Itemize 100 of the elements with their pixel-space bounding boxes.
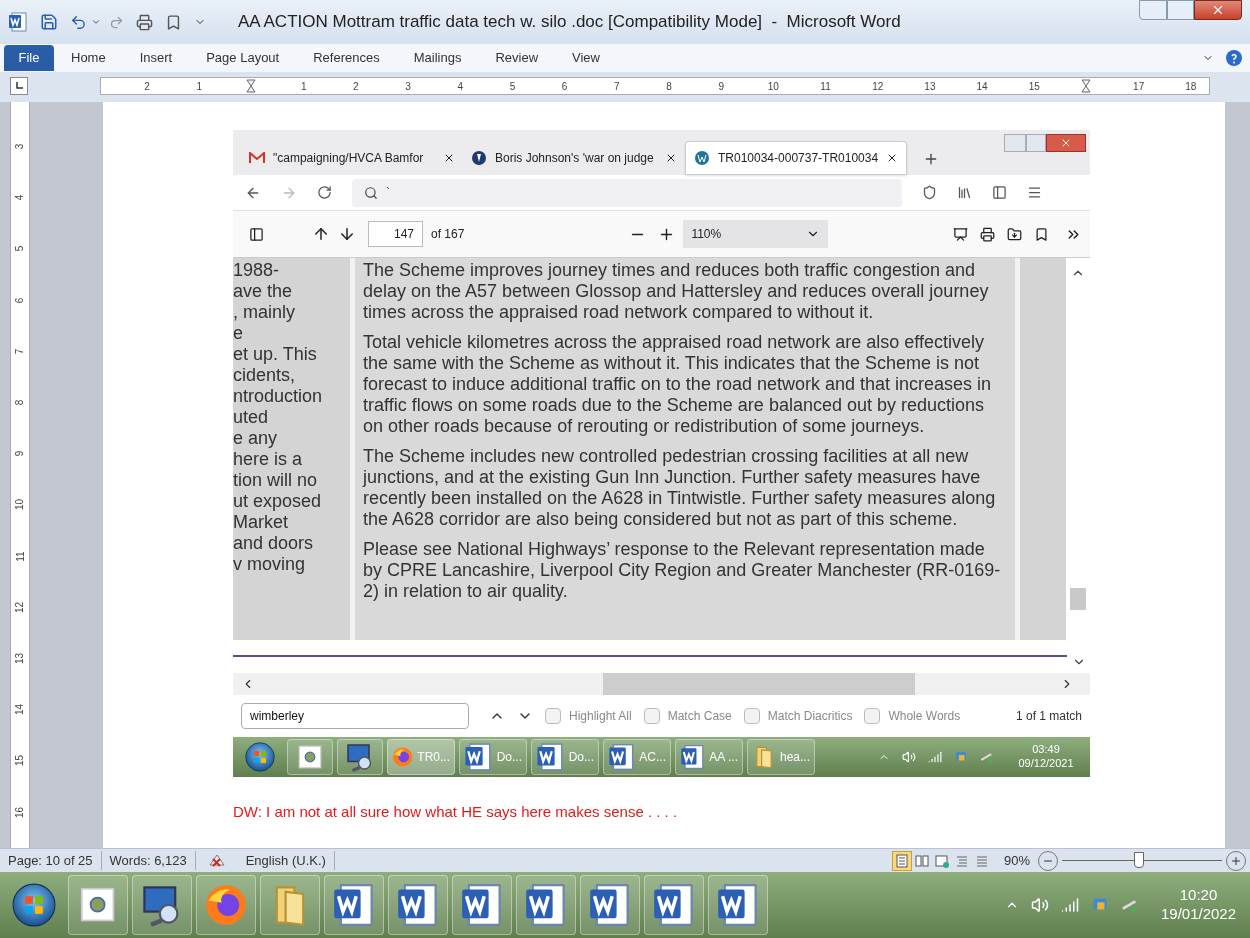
ruler-number: 3 bbox=[13, 143, 27, 150]
next-page-icon[interactable] bbox=[338, 225, 356, 243]
ruler-number: 6 bbox=[13, 297, 27, 303]
sidebar-icon[interactable] bbox=[992, 185, 1007, 200]
presentation-icon[interactable] bbox=[953, 226, 968, 242]
clipped-text-line: Market bbox=[233, 512, 289, 533]
compass-icon bbox=[80, 887, 116, 923]
zoom-level[interactable]: 90% bbox=[1003, 850, 1030, 871]
body-paragraph: Total vehicle kilometres across the appraised road network are also effectively the same with the Scheme as without it. This indicates that the Scheme is not forecast to induce additional traffic on to the road network and that increases in traffic flows on some roads due to the Scheme are balanced out by reductions on other roads because of rerouting or redistribution of some journeys. bbox=[363, 332, 993, 437]
ruler-number: 12 bbox=[13, 601, 27, 613]
outline-icon bbox=[954, 853, 969, 868]
compass-icon bbox=[298, 745, 322, 769]
ribbon-tab[interactable]: Review bbox=[478, 48, 555, 68]
undo-icon[interactable] bbox=[70, 13, 87, 31]
checkbox[interactable] bbox=[864, 708, 881, 724]
slider-thumb[interactable] bbox=[1133, 851, 1144, 868]
browser-tab[interactable]: "campaigning/HVCA Bamfor bbox=[241, 141, 463, 175]
ruler-number: 11 bbox=[819, 79, 832, 94]
taskbar-button[interactable] bbox=[516, 875, 576, 935]
ruler-number: 1 bbox=[195, 79, 204, 94]
ribbon-tab[interactable]: Mailings bbox=[396, 48, 479, 68]
save-icon[interactable] bbox=[1007, 226, 1022, 242]
ruler-number: 9 bbox=[717, 79, 725, 94]
reload-icon[interactable] bbox=[317, 185, 332, 200]
file-tab[interactable]: File bbox=[4, 45, 54, 71]
open-book-icon bbox=[914, 853, 929, 868]
taskbar-button[interactable] bbox=[580, 875, 640, 935]
zoom-slider[interactable] bbox=[1062, 851, 1222, 870]
find-option-checkbox[interactable]: Match Diacritics bbox=[743, 707, 853, 725]
print-icon[interactable] bbox=[136, 13, 153, 31]
ribbon-tab[interactable]: View bbox=[555, 48, 617, 68]
close-icon[interactable] bbox=[443, 152, 455, 164]
ribbon-tab[interactable]: Home bbox=[54, 48, 123, 68]
find-option-checkbox[interactable]: Highlight All bbox=[545, 707, 632, 725]
taskbar-button[interactable] bbox=[132, 875, 192, 935]
indent-marker-icon[interactable] bbox=[246, 79, 257, 93]
find-option-checkbox[interactable]: Match Case bbox=[643, 707, 732, 725]
clipped-text-line: ave the bbox=[233, 281, 294, 302]
lines-icon bbox=[974, 853, 989, 868]
flag-icon bbox=[954, 750, 968, 764]
web-page-icon bbox=[934, 853, 949, 868]
taskbar-button[interactable] bbox=[196, 875, 256, 935]
ruler-number: 2 bbox=[143, 79, 151, 94]
library-icon[interactable] bbox=[957, 185, 972, 200]
close-button[interactable] bbox=[1194, 0, 1242, 20]
ruler-number: 11 bbox=[13, 550, 27, 562]
address-bar[interactable]: ` bbox=[352, 178, 902, 207]
tab-selector[interactable] bbox=[10, 77, 28, 95]
ruler-number: 15 bbox=[1027, 79, 1041, 94]
sidebar-toggle-icon[interactable] bbox=[249, 226, 264, 242]
clipped-text-line: et up. This bbox=[233, 344, 318, 365]
checkbox[interactable] bbox=[743, 708, 760, 724]
page-count[interactable]: Page: 10 of 25 bbox=[0, 850, 102, 871]
horizontal-scrollbar[interactable] bbox=[233, 673, 1090, 695]
language-status[interactable]: English (U.K.) bbox=[237, 850, 335, 871]
ruler-number: 5 bbox=[508, 79, 517, 94]
browser-tab[interactable]: TR010034-000737-TR010034 bbox=[685, 141, 907, 175]
checkbox[interactable] bbox=[545, 708, 561, 724]
ruler-number: 7 bbox=[13, 348, 27, 355]
proofing-icon[interactable] bbox=[207, 852, 226, 869]
document-icon bbox=[716, 883, 760, 927]
ruler-number: 4 bbox=[456, 79, 464, 94]
word-count[interactable]: Words: 6,123 bbox=[101, 850, 196, 871]
indent-marker-icon[interactable] bbox=[1081, 79, 1092, 93]
taskbar-button[interactable] bbox=[452, 875, 512, 935]
menu-icon[interactable] bbox=[1027, 185, 1042, 200]
bookmark-icon[interactable] bbox=[1034, 226, 1049, 242]
taskbar-button[interactable] bbox=[644, 875, 704, 935]
dropdown-icon[interactable] bbox=[91, 17, 101, 27]
checkbox[interactable] bbox=[643, 708, 660, 724]
document-icon bbox=[524, 883, 568, 927]
plus-icon bbox=[1230, 854, 1242, 867]
browser-tab[interactable]: Boris Johnson's 'war on judge bbox=[463, 141, 685, 175]
new-tab-icon[interactable] bbox=[923, 151, 939, 167]
find-field[interactable]: wimberley bbox=[241, 703, 469, 729]
print-icon[interactable] bbox=[980, 226, 995, 242]
clipped-text-line: , mainly bbox=[233, 302, 296, 323]
ribbon-tab[interactable]: References bbox=[296, 48, 397, 68]
close-icon[interactable] bbox=[665, 152, 677, 164]
taskbar-button[interactable] bbox=[337, 739, 383, 775]
orb-icon bbox=[12, 883, 56, 927]
taskbar-button[interactable] bbox=[388, 875, 448, 935]
ruler-number: 16 bbox=[13, 806, 27, 818]
search-icon bbox=[364, 185, 378, 200]
zoom-select[interactable]: 110% bbox=[683, 220, 829, 248]
scroll-thumb[interactable] bbox=[1070, 588, 1086, 610]
help-icon[interactable] bbox=[1226, 50, 1242, 66]
page-number-field[interactable]: 147 bbox=[368, 221, 423, 247]
close-button[interactable] bbox=[1046, 134, 1086, 152]
view-button[interactable] bbox=[891, 850, 912, 871]
clipped-text-line: 1988- bbox=[233, 260, 281, 281]
previous-page-icon[interactable] bbox=[312, 225, 330, 243]
taskbar-button[interactable] bbox=[324, 875, 384, 935]
ribbon-tab[interactable]: Page Layout bbox=[189, 48, 297, 68]
document-icon bbox=[588, 883, 632, 927]
ribbon-tab[interactable]: Insert bbox=[122, 48, 190, 68]
scroll-thumb[interactable] bbox=[603, 673, 915, 695]
find-option-checkbox[interactable]: Whole Words bbox=[864, 707, 961, 725]
taskbar-button[interactable] bbox=[708, 875, 768, 935]
shield-icon[interactable] bbox=[922, 185, 937, 200]
